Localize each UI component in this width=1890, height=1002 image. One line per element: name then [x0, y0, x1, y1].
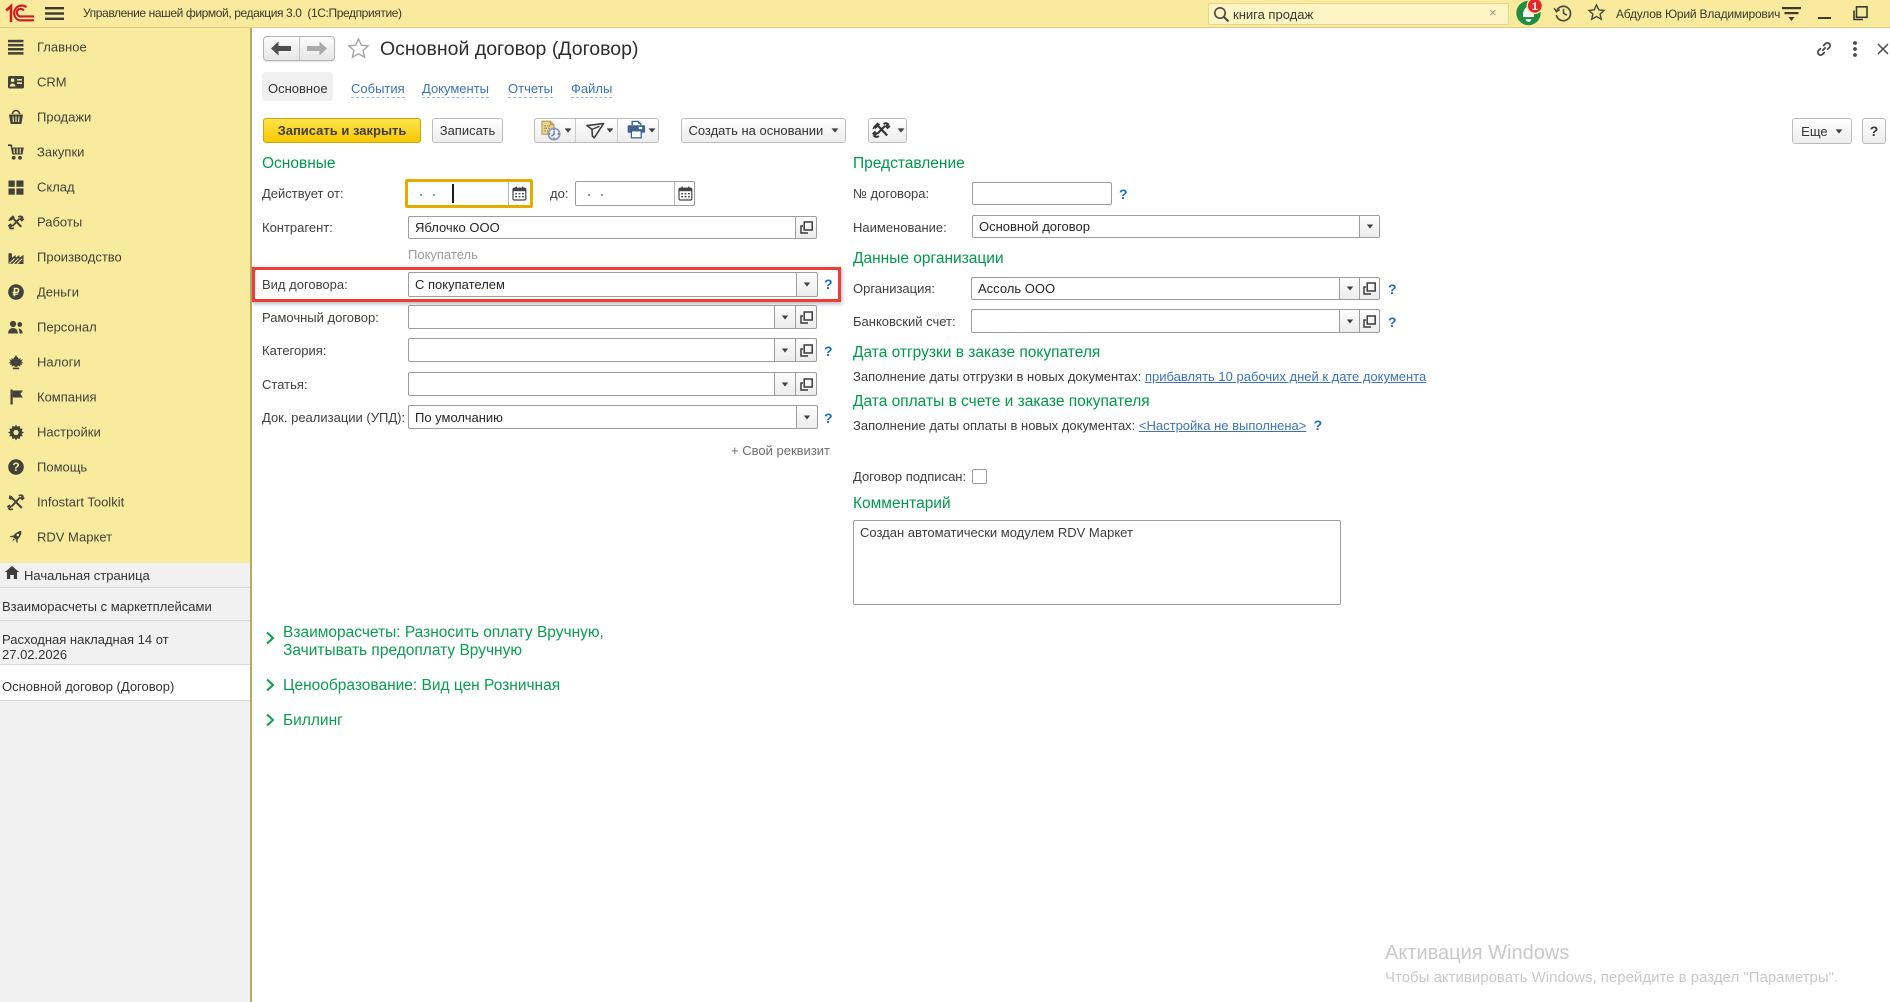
svg-text:?: ? [12, 460, 19, 474]
svg-text:1: 1 [1532, 1, 1538, 13]
svg-text:₽: ₽ [13, 287, 20, 299]
